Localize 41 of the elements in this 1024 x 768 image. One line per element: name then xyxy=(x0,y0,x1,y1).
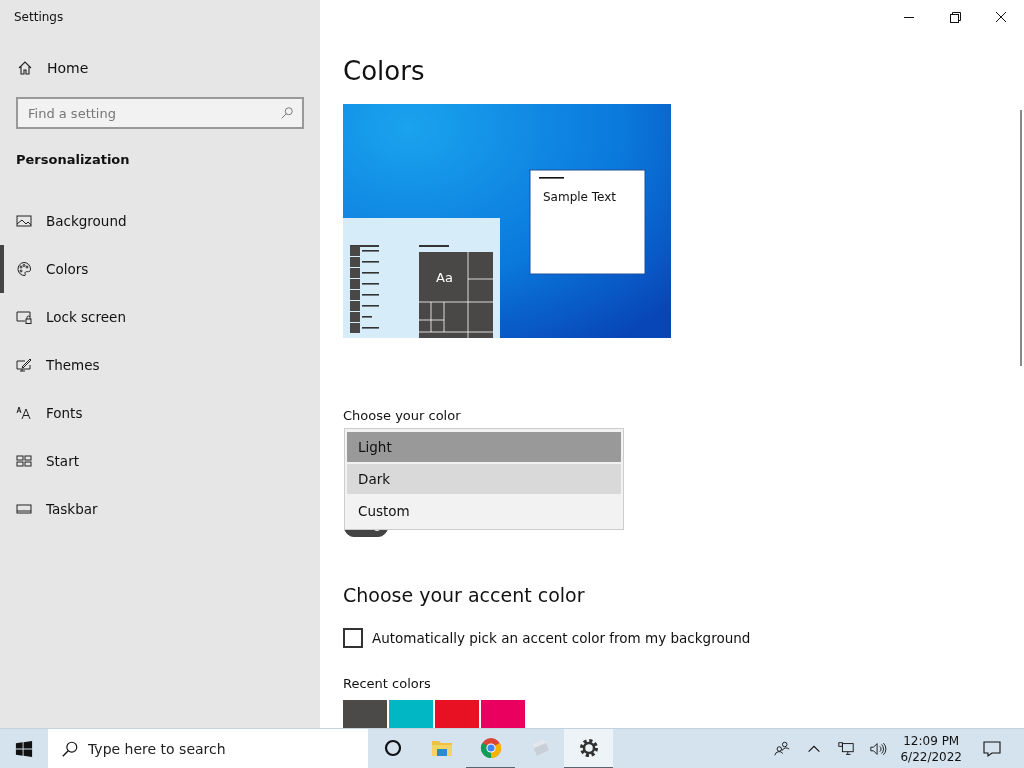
home-link[interactable]: Home xyxy=(17,60,89,76)
field-label: Recent colors xyxy=(343,676,431,691)
nav-item[interactable]: Start xyxy=(0,437,320,485)
letters-icon xyxy=(16,405,32,421)
nav-item[interactable]: Background xyxy=(0,197,320,245)
network-icon[interactable] xyxy=(837,739,856,758)
nav-item[interactable]: Themes xyxy=(0,341,320,389)
dropdown-option[interactable]: Dark xyxy=(347,464,621,494)
nav-item[interactable]: Fonts xyxy=(0,389,320,437)
search-icon xyxy=(61,739,79,758)
checkbox-label: Automatically pick an accent color from my background xyxy=(372,630,751,646)
brush-icon xyxy=(16,357,32,373)
notifications-icon[interactable] xyxy=(982,738,1002,759)
taskbar-icon xyxy=(16,501,32,517)
taskbar-search-field[interactable]: Type here to search xyxy=(48,728,368,768)
clock-date[interactable]: 6/22/2022 xyxy=(900,748,962,765)
people-icon[interactable] xyxy=(773,739,792,758)
lock-screen-icon xyxy=(16,309,32,325)
settings-button[interactable] xyxy=(564,728,613,768)
window-title: Settings xyxy=(13,9,65,26)
dropdown-option[interactable]: Custom xyxy=(347,496,621,526)
dropdown-option[interactable]: Light xyxy=(347,432,621,462)
palette-icon xyxy=(16,261,32,277)
section-title: Choose your accent color xyxy=(343,584,585,606)
home-icon xyxy=(17,60,33,76)
search-field[interactable]: Find a setting xyxy=(16,97,304,129)
tile-label: Aa xyxy=(436,270,453,285)
clock-time[interactable]: 12:09 PM xyxy=(903,732,960,749)
search-icon xyxy=(280,106,294,120)
windows-logo-icon[interactable] xyxy=(15,739,33,758)
nav-item[interactable]: Taskbar xyxy=(0,485,320,533)
checkbox[interactable] xyxy=(343,628,363,648)
nav-item[interactable]: Lock screen xyxy=(0,293,320,341)
field-label: Choose your color xyxy=(343,408,461,423)
sample-text: Sample Text xyxy=(543,190,617,204)
page-title: Colors xyxy=(343,56,426,88)
picture-icon xyxy=(16,213,32,229)
section-heading: Personalization xyxy=(16,152,131,167)
tiles-icon xyxy=(16,453,32,469)
browser-icon xyxy=(478,735,503,760)
scrollbar[interactable] xyxy=(1020,110,1022,366)
